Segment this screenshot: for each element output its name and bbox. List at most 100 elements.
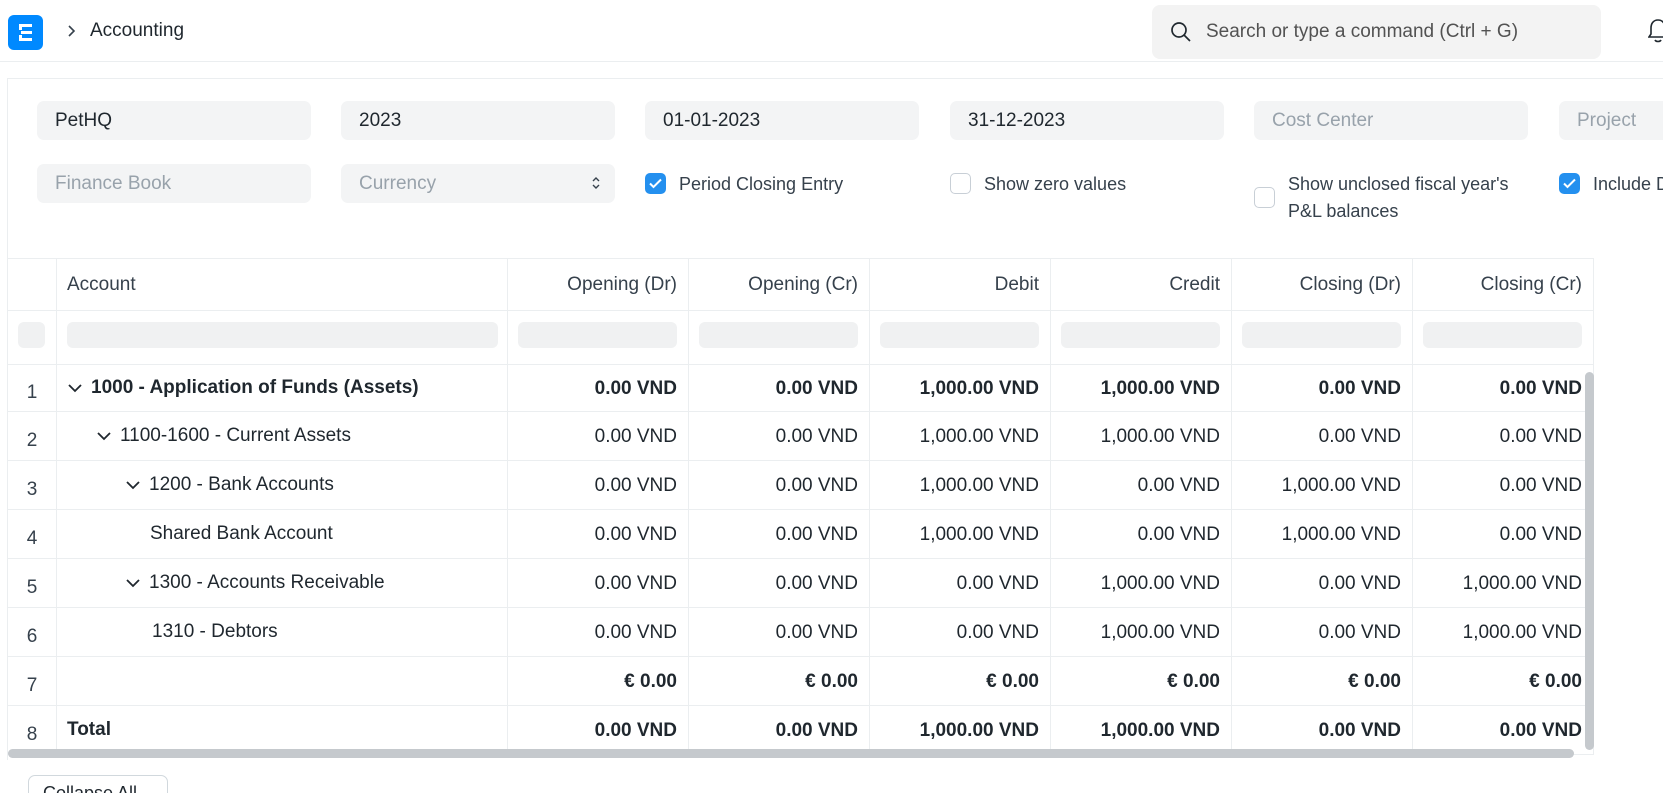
rowno-filter-input[interactable] — [18, 322, 45, 348]
opening-cr-cell[interactable]: € 0.00 — [689, 657, 870, 705]
chevron-down-icon[interactable] — [125, 479, 141, 491]
table-row[interactable]: 3 1200 - Bank Accounts 0.00 VND 0.00 VND 1,0… — [8, 461, 1594, 510]
closing-dr-cell[interactable]: 0.00 VND — [1232, 412, 1413, 460]
opening-cr-cell[interactable]: 0.00 VND — [689, 559, 870, 607]
opening-dr-cell[interactable]: 0.00 VND — [508, 412, 689, 460]
closing-cr-cell[interactable]: 1,000.00 VND — [1413, 608, 1594, 656]
credit-cell[interactable]: 1,000.00 VND — [1051, 412, 1232, 460]
opening-cr-cell[interactable]: 0.00 VND — [689, 412, 870, 460]
account-cell[interactable]: 1100-1600 - Current Assets — [57, 412, 508, 460]
company-filter[interactable]: PetHQ — [37, 101, 311, 140]
table-row[interactable]: 7 € 0.00 € 0.00 € 0.00 € 0.00 € 0.00 € 0.00 — [8, 657, 1594, 706]
debit-filter-input[interactable] — [880, 322, 1039, 348]
debit-cell[interactable]: 1,000.00 VND — [870, 412, 1051, 460]
chevron-down-icon[interactable] — [67, 382, 83, 394]
vertical-scrollbar[interactable] — [1585, 372, 1594, 750]
closing-cr-cell[interactable]: 0.00 VND — [1413, 510, 1594, 558]
header-opening-dr[interactable]: Opening (Dr) — [508, 259, 689, 310]
opening-dr-cell[interactable]: 0.00 VND — [508, 608, 689, 656]
closing-dr-cell[interactable]: 0.00 VND — [1232, 365, 1413, 411]
checkbox-checked[interactable] — [645, 173, 666, 194]
debit-cell[interactable]: 1,000.00 VND — [870, 510, 1051, 558]
notification-bell-icon[interactable] — [1648, 17, 1663, 45]
opening-dr-cell[interactable]: 0.00 VND — [508, 510, 689, 558]
credit-filter-input[interactable] — [1061, 322, 1220, 348]
table-row[interactable]: 6 1310 - Debtors 0.00 VND 0.00 VND 0.00 VND 1… — [8, 608, 1594, 657]
closing-cr-cell[interactable]: 0.00 VND — [1413, 412, 1594, 460]
chevron-down-icon[interactable] — [96, 430, 112, 442]
search-input[interactable] — [1206, 5, 1586, 59]
opening-dr-filter-input[interactable] — [518, 322, 677, 348]
table-row[interactable]: 8 Total 0.00 VND 0.00 VND 1,000.00 VND 1,000.… — [8, 706, 1594, 755]
table-row[interactable]: 2 1100-1600 - Current Assets 0.00 VND 0.00 … — [8, 412, 1594, 461]
header-credit[interactable]: Credit — [1051, 259, 1232, 310]
closing-dr-cell[interactable]: 0.00 VND — [1232, 559, 1413, 607]
credit-cell[interactable]: 1,000.00 VND — [1051, 559, 1232, 607]
opening-dr-cell[interactable]: 0.00 VND — [508, 461, 689, 509]
cost-center-filter[interactable]: Cost Center — [1254, 101, 1528, 140]
opening-dr-cell[interactable]: 0.00 VND — [508, 706, 689, 754]
header-closing-dr[interactable]: Closing (Dr) — [1232, 259, 1413, 310]
debit-cell[interactable]: € 0.00 — [870, 657, 1051, 705]
debit-cell[interactable]: 1,000.00 VND — [870, 365, 1051, 411]
awesome-bar[interactable] — [1152, 5, 1601, 59]
opening-dr-cell[interactable]: 0.00 VND — [508, 365, 689, 411]
closing-dr-cell[interactable]: 0.00 VND — [1232, 706, 1413, 754]
opening-cr-cell[interactable]: 0.00 VND — [689, 365, 870, 411]
table-row[interactable]: 1 1000 - Application of Funds (Assets) 0.0… — [8, 365, 1594, 412]
table-row[interactable]: 4 Shared Bank Account 0.00 VND 0.00 VND 1,00… — [8, 510, 1594, 559]
account-cell[interactable]: 1200 - Bank Accounts — [57, 461, 508, 509]
closing-dr-cell[interactable]: € 0.00 — [1232, 657, 1413, 705]
horizontal-scrollbar[interactable] — [8, 749, 1574, 758]
from-date-filter[interactable]: 01-01-2023 — [645, 101, 919, 140]
breadcrumb-accounting[interactable]: Accounting — [90, 19, 184, 43]
opening-cr-cell[interactable]: 0.00 VND — [689, 510, 870, 558]
app-logo[interactable] — [8, 15, 43, 50]
closing-cr-cell[interactable]: 0.00 VND — [1413, 706, 1594, 754]
credit-cell[interactable]: € 0.00 — [1051, 657, 1232, 705]
table-row[interactable]: 5 1300 - Accounts Receivable 0.00 VND 0.00 … — [8, 559, 1594, 608]
opening-dr-cell[interactable]: € 0.00 — [508, 657, 689, 705]
debit-cell[interactable]: 0.00 VND — [870, 559, 1051, 607]
account-cell[interactable]: 1300 - Accounts Receivable — [57, 559, 508, 607]
checkbox-checked[interactable] — [1559, 173, 1580, 194]
checkbox-unchecked[interactable] — [1254, 187, 1275, 208]
account-cell[interactable] — [57, 657, 508, 705]
closing-cr-cell[interactable]: 1,000.00 VND — [1413, 559, 1594, 607]
debit-cell[interactable]: 1,000.00 VND — [870, 706, 1051, 754]
chevron-down-icon[interactable] — [125, 577, 141, 589]
credit-cell[interactable]: 1,000.00 VND — [1051, 365, 1232, 411]
opening-cr-filter-input[interactable] — [699, 322, 858, 348]
opening-cr-cell[interactable]: 0.00 VND — [689, 461, 870, 509]
header-opening-cr[interactable]: Opening (Cr) — [689, 259, 870, 310]
credit-cell[interactable]: 1,000.00 VND — [1051, 706, 1232, 754]
opening-cr-cell[interactable]: 0.00 VND — [689, 608, 870, 656]
closing-dr-cell[interactable]: 0.00 VND — [1232, 608, 1413, 656]
credit-cell[interactable]: 1,000.00 VND — [1051, 608, 1232, 656]
closing-dr-filter-input[interactable] — [1242, 322, 1401, 348]
closing-cr-cell[interactable]: 0.00 VND — [1413, 365, 1594, 411]
credit-cell[interactable]: 0.00 VND — [1051, 461, 1232, 509]
collapse-all-button[interactable]: Collapse All — [28, 775, 168, 793]
currency-filter[interactable]: Currency — [341, 164, 615, 203]
account-filter-input[interactable] — [67, 322, 498, 348]
account-cell[interactable]: Total — [57, 706, 508, 754]
account-cell[interactable]: 1000 - Application of Funds (Assets) — [57, 365, 508, 411]
finance-book-filter[interactable]: Finance Book — [37, 164, 311, 203]
account-cell[interactable]: 1310 - Debtors — [57, 608, 508, 656]
header-account[interactable]: Account — [57, 259, 508, 310]
project-filter[interactable]: Project — [1559, 101, 1663, 140]
fiscal-year-filter[interactable]: 2023 — [341, 101, 615, 140]
debit-cell[interactable]: 1,000.00 VND — [870, 461, 1051, 509]
closing-dr-cell[interactable]: 1,000.00 VND — [1232, 461, 1413, 509]
to-date-filter[interactable]: 31-12-2023 — [950, 101, 1224, 140]
debit-cell[interactable]: 0.00 VND — [870, 608, 1051, 656]
closing-dr-cell[interactable]: 1,000.00 VND — [1232, 510, 1413, 558]
closing-cr-cell[interactable]: 0.00 VND — [1413, 461, 1594, 509]
closing-cr-cell[interactable]: € 0.00 — [1413, 657, 1594, 705]
credit-cell[interactable]: 0.00 VND — [1051, 510, 1232, 558]
opening-dr-cell[interactable]: 0.00 VND — [508, 559, 689, 607]
header-closing-cr[interactable]: Closing (Cr) — [1413, 259, 1594, 310]
account-cell[interactable]: Shared Bank Account — [57, 510, 508, 558]
closing-cr-filter-input[interactable] — [1423, 322, 1582, 348]
